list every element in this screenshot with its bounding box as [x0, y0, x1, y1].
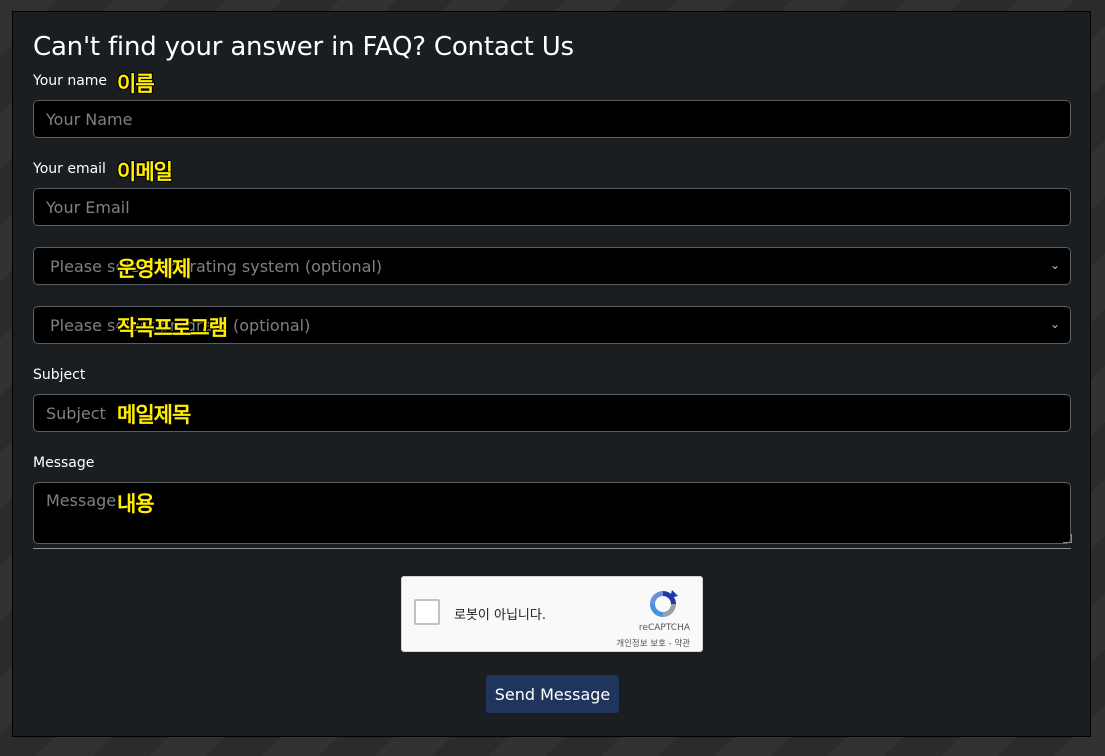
name-label: Your name	[33, 73, 108, 89]
recaptcha-checkbox[interactable]	[414, 599, 440, 625]
send-message-button[interactable]: Send Message	[486, 675, 619, 713]
recaptcha-widget: 로봇이 아닙니다. reCAPTCHA 개인정보 보호 - 약관	[401, 576, 703, 652]
email-label: Your email	[33, 161, 106, 177]
form-title: Can't find your answer in FAQ? Contact U…	[33, 32, 574, 62]
subject-label: Subject	[33, 367, 86, 383]
resize-handle-icon[interactable]	[1063, 534, 1072, 543]
recaptcha-links[interactable]: 개인정보 보호 - 약관	[616, 637, 690, 649]
contact-form-panel: Can't find your answer in FAQ? Contact U…	[12, 11, 1091, 737]
name-input[interactable]	[33, 100, 1071, 138]
message-annotation: 내용	[117, 492, 155, 516]
chevron-down-icon: ⌄	[1049, 317, 1060, 331]
name-annotation: 이름	[117, 72, 155, 96]
message-textarea[interactable]	[33, 482, 1071, 544]
recaptcha-text: 로봇이 아닙니다.	[454, 608, 546, 623]
recaptcha-brand: reCAPTCHA	[638, 623, 690, 633]
os-select-value: Please select operating system (optional…	[50, 256, 383, 276]
chevron-down-icon: ⌄	[1049, 258, 1060, 272]
os-annotation: 운영체제	[117, 257, 191, 281]
email-input[interactable]	[33, 188, 1071, 226]
subject-annotation: 메일제목	[117, 403, 191, 427]
message-label: Message	[33, 455, 95, 471]
email-annotation: 이메일	[117, 160, 173, 184]
program-annotation: 작곡프로그램	[117, 316, 228, 340]
message-wrapper	[13, 482, 1092, 544]
form-divider	[33, 548, 1071, 549]
recaptcha-logo-icon	[650, 590, 678, 617]
